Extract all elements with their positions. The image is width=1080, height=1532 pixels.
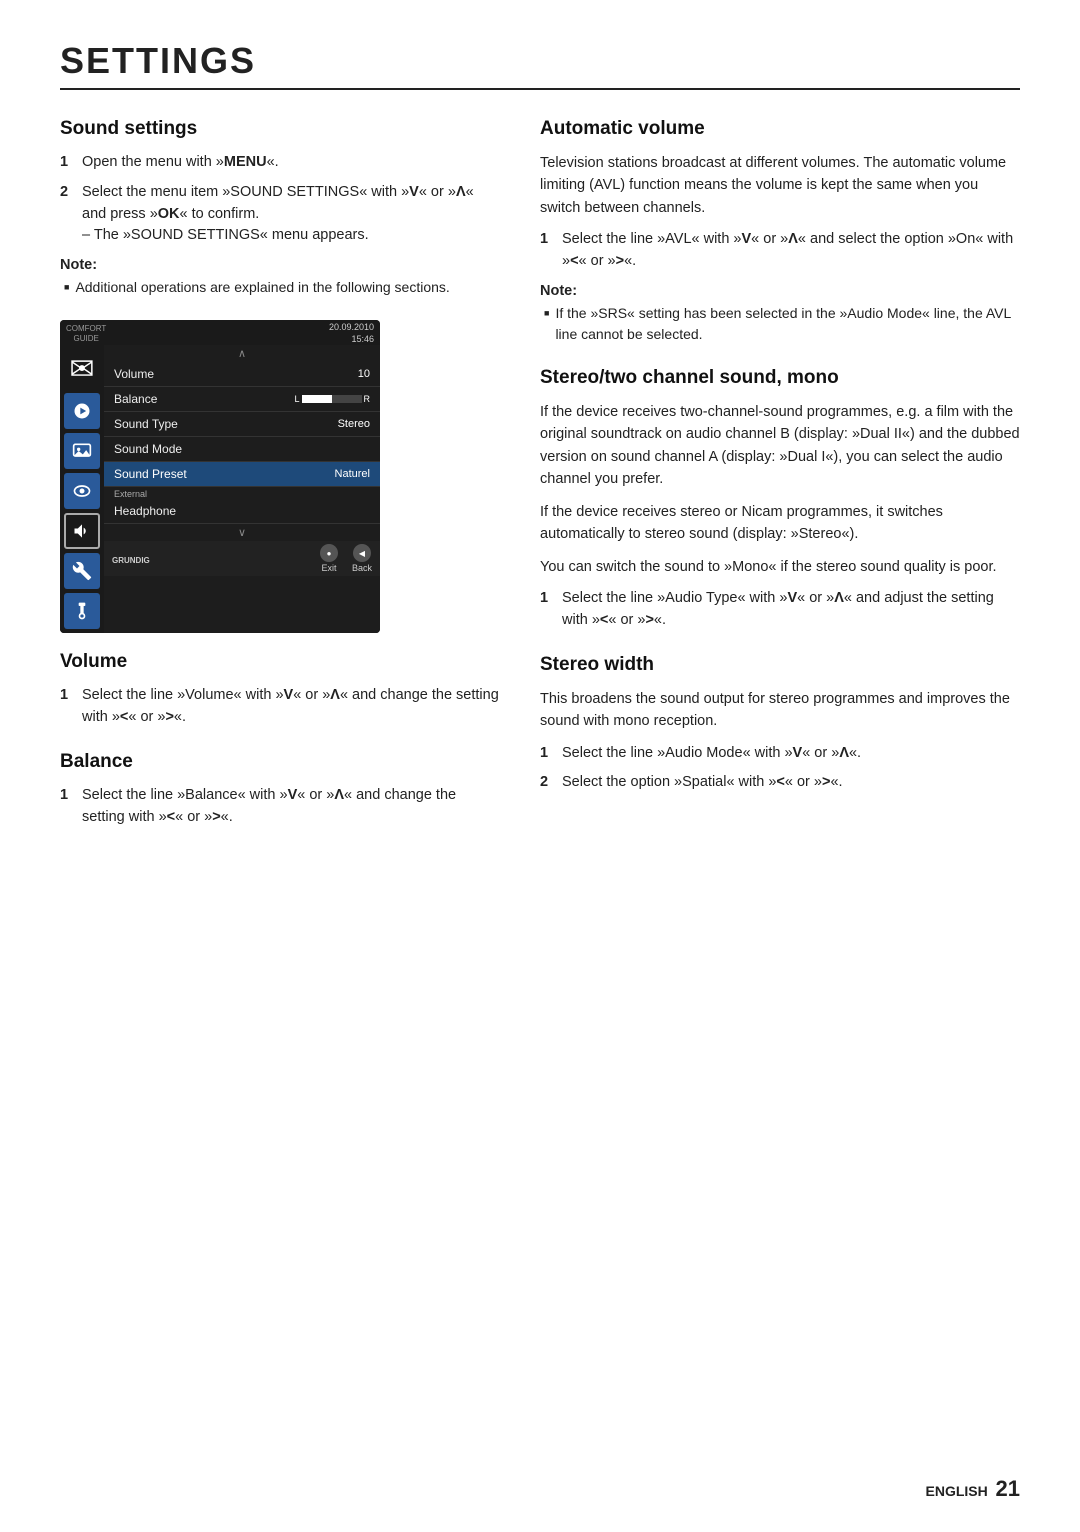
tv-btn-exit: ● Exit <box>320 544 338 573</box>
tv-balance-track <box>302 395 362 403</box>
tv-sidebar: ✉ <box>60 345 104 633</box>
page-footer: ENGLISH 21 <box>926 1476 1021 1502</box>
step-item: 1 Select the line »Audio Mode« with »V« … <box>540 743 1020 765</box>
balance-heading: Balance <box>60 751 500 773</box>
step-number: 1 <box>60 785 74 829</box>
tv-time: 20.09.2010 15:46 <box>329 322 374 345</box>
volume-steps: 1 Select the line »Volume« with »V« or »… <box>60 685 500 729</box>
stereo-mono-heading: Stereo/two channel sound, mono <box>540 367 1020 389</box>
step-number: 2 <box>60 182 74 247</box>
footer-lang: ENGLISH <box>926 1483 988 1499</box>
comfort-guide-label: COMFORTGUIDE <box>66 322 106 343</box>
stereo-mono-body2: If the device receives stereo or Nicam p… <box>540 501 1020 546</box>
step-item: 1 Select the line »Balance« with »V« or … <box>60 785 500 829</box>
step-item: 1 Select the line »Audio Type« with »V« … <box>540 588 1020 632</box>
step-item: 1 Select the line »Volume« with »V« or »… <box>60 685 500 729</box>
tv-menu-value-volume: 10 <box>358 368 370 380</box>
stereo-mono-section: Stereo/two channel sound, mono If the de… <box>540 367 1020 632</box>
step-text: Select the line »Audio Mode« with »V« or… <box>562 743 1020 765</box>
stereo-width-steps: 1 Select the line »Audio Mode« with »V« … <box>540 743 1020 795</box>
tv-menu-row-sound-mode: Sound Mode <box>104 437 380 462</box>
tv-balance-bar: L R <box>294 394 370 404</box>
tv-menu-row-sound-preset: Sound Preset Naturel <box>104 462 380 487</box>
tv-external-label: External <box>104 487 380 499</box>
balance-section: Balance 1 Select the line »Balance« with… <box>60 751 500 829</box>
tv-screen-wrap: COMFORTGUIDE 20.09.2010 15:46 ✉ <box>60 320 500 633</box>
stereo-width-body1: This broadens the sound output for stere… <box>540 688 1020 733</box>
tv-menu: ∧ Volume 10 Balance L R <box>104 345 380 633</box>
step-item: 2 Select the menu item »SOUND SETTINGS« … <box>60 182 500 247</box>
stereo-mono-body1: If the device receives two-channel-sound… <box>540 401 1020 491</box>
note-title: Note: <box>60 257 500 273</box>
stereo-mono-steps: 1 Select the line »Audio Type« with »V« … <box>540 588 1020 632</box>
tv-body: ✉ <box>60 345 380 633</box>
step-item: 1 Select the line »AVL« with »V« or »Λ« … <box>540 229 1020 273</box>
step-text: Select the line »Balance« with »V« or »Λ… <box>82 785 500 829</box>
automatic-volume-heading: Automatic volume <box>540 118 1020 140</box>
tv-chevron-up: ∧ <box>104 345 380 362</box>
grundig-logo: GRUNDIG <box>112 550 150 567</box>
step-item: 2 Select the option »Spatial« with »<« o… <box>540 772 1020 794</box>
automatic-volume-section: Automatic volume Television stations bro… <box>540 118 1020 345</box>
tv-menu-row-volume: Volume 10 <box>104 362 380 387</box>
tv-menu-label: Sound Type <box>114 417 178 431</box>
step-text: Select the line »AVL« with »V« or »Λ« an… <box>562 229 1020 273</box>
step-number: 1 <box>540 588 554 632</box>
tv-sidebar-icon-photo <box>64 433 100 469</box>
note-block-avl: Note: If the »SRS« setting has been sele… <box>540 283 1020 345</box>
tv-menu-label: Volume <box>114 367 154 381</box>
balance-steps: 1 Select the line »Balance« with »V« or … <box>60 785 500 829</box>
step-text: Open the menu with »MENU«. <box>82 152 500 174</box>
volume-section: Volume 1 Select the line »Volume« with »… <box>60 651 500 729</box>
tv-menu-label: Sound Mode <box>114 442 182 456</box>
tv-menu-row-headphone: Headphone <box>104 499 380 524</box>
tv-sidebar-icon-eye <box>64 473 100 509</box>
sound-settings-section: Sound settings 1 Open the menu with »MEN… <box>60 118 500 298</box>
tv-menu-value-sound-type: Stereo <box>338 418 370 430</box>
volume-heading: Volume <box>60 651 500 673</box>
automatic-volume-body1: Television stations broadcast at differe… <box>540 152 1020 219</box>
footer-page-num: 21 <box>996 1476 1020 1501</box>
tv-menu-label: Sound Preset <box>114 467 187 481</box>
step-number: 2 <box>540 772 554 794</box>
step-text: Select the line »Audio Type« with »V« or… <box>562 588 1020 632</box>
note-title: Note: <box>540 283 1020 299</box>
tv-headphone-icon: ✉ <box>64 347 100 391</box>
stereo-width-section: Stereo width This broadens the sound out… <box>540 654 1020 794</box>
step-number: 1 <box>60 685 74 729</box>
page-title: SETTINGS <box>60 40 1020 90</box>
tv-menu-label: Balance <box>114 392 157 406</box>
step-number: 1 <box>540 743 554 765</box>
tv-menu-label: Headphone <box>114 504 176 518</box>
step-text: Select the option »Spatial« with »<« or … <box>562 772 1020 794</box>
tv-btn-back: ◀ Back <box>352 544 372 573</box>
tv-sidebar-icon-tools <box>64 553 100 589</box>
stereo-width-heading: Stereo width <box>540 654 1020 676</box>
tv-sidebar-icon-usb <box>64 593 100 629</box>
tv-chevron-down: ∨ <box>104 524 380 541</box>
note-item: If the »SRS« setting has been selected i… <box>540 303 1020 345</box>
tv-screen: COMFORTGUIDE 20.09.2010 15:46 ✉ <box>60 320 380 633</box>
step-item: 1 Open the menu with »MENU«. <box>60 152 500 174</box>
note-block: Note: Additional operations are explaine… <box>60 257 500 298</box>
tv-menu-value-sound-preset: Naturel <box>335 468 370 480</box>
stereo-mono-body3: You can switch the sound to »Mono« if th… <box>540 556 1020 578</box>
sound-settings-heading: Sound settings <box>60 118 500 140</box>
note-item: Additional operations are explained in t… <box>60 277 500 298</box>
sound-settings-steps: 1 Open the menu with »MENU«. 2 Select th… <box>60 152 500 247</box>
tv-menu-row-balance: Balance L R <box>104 387 380 412</box>
step-text: Select the line »Volume« with »V« or »Λ«… <box>82 685 500 729</box>
tv-sidebar-icon-play <box>64 393 100 429</box>
tv-sidebar-icon-sound-active <box>64 513 100 549</box>
tv-menu-row-sound-type: Sound Type Stereo <box>104 412 380 437</box>
automatic-volume-steps: 1 Select the line »AVL« with »V« or »Λ« … <box>540 229 1020 273</box>
step-text: Select the menu item »SOUND SETTINGS« wi… <box>82 182 500 247</box>
step-number: 1 <box>60 152 74 174</box>
step-number: 1 <box>540 229 554 273</box>
